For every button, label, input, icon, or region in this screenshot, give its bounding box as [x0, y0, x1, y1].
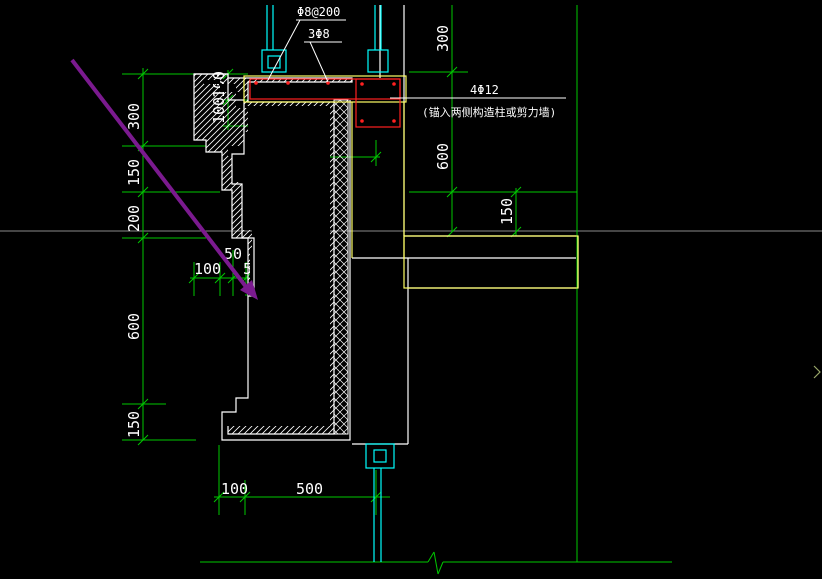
anchor-note: (锚入两侧构造柱或剪力墙) — [422, 105, 556, 119]
dim-left-300: 300 — [125, 103, 143, 130]
rebar-3-label: 3Φ8 — [308, 27, 330, 41]
dim-right-300: 300 — [434, 25, 452, 52]
insulation-strip — [333, 99, 349, 435]
dim-right-600: 600 — [434, 143, 452, 170]
dim-step-100: 100 — [194, 260, 221, 278]
rebar-4-label: 4Φ12 — [470, 83, 499, 97]
dim-right-150: 150 — [498, 198, 516, 225]
dim-left-600: 600 — [125, 313, 143, 340]
dim-left-150-top: 150 — [125, 159, 143, 186]
cad-drawing: 300 150 200 600 150 100 100 500 100 50 5… — [0, 0, 822, 579]
rebar-stirrup-label: Φ8@200 — [297, 5, 340, 19]
dim-bottom-500: 500 — [296, 480, 323, 498]
dim-left-200: 200 — [125, 205, 143, 232]
background — [0, 0, 822, 579]
dim-bottom-100: 100 — [221, 480, 248, 498]
dim-left-150-bottom: 150 — [125, 411, 143, 438]
